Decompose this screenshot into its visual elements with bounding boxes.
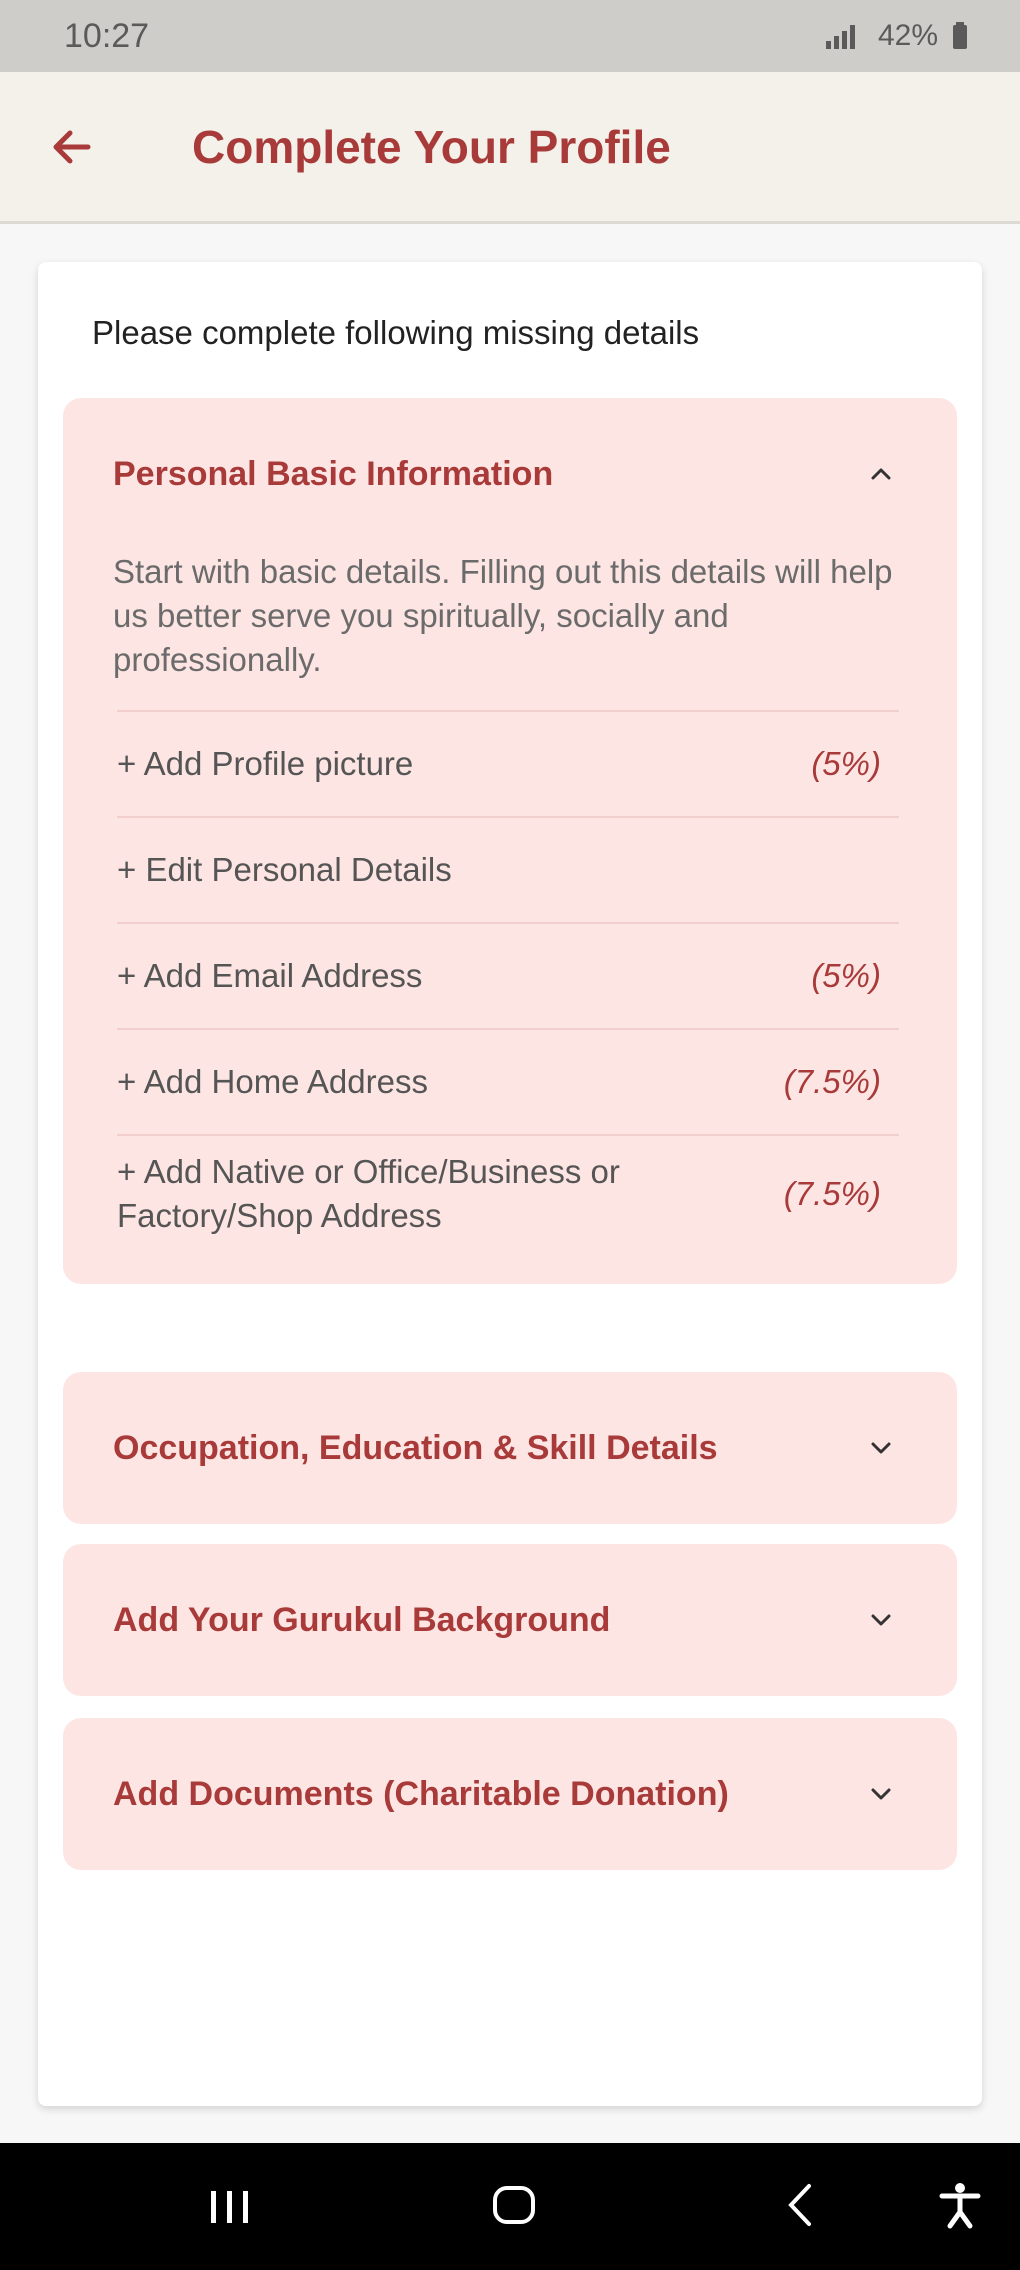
task-percent: (7.5%) <box>783 1063 881 1100</box>
app-bar: Complete Your Profile <box>0 72 1020 224</box>
page-title: Complete Your Profile <box>192 120 671 173</box>
status-bar: 10:27 42% <box>0 0 1020 72</box>
task-label: + Add Profile picture <box>117 745 414 782</box>
status-icons: 42% <box>824 19 968 53</box>
back-button[interactable] <box>30 105 114 189</box>
section-title: Occupation, Education & Skill Details <box>113 1428 718 1467</box>
section-gurukul-background[interactable]: Add Your Gurukul Background <box>63 1544 957 1696</box>
task-label: + Add Home Address <box>117 1063 428 1100</box>
task-add-email-address[interactable]: + Add Email Address (5%) <box>117 922 899 1028</box>
section-header[interactable]: Add Your Gurukul Background <box>63 1544 957 1696</box>
chevron-down-icon[interactable] <box>867 1434 895 1462</box>
section-title: Add Your Gurukul Background <box>113 1600 611 1639</box>
intro-text: Please complete following missing detail… <box>92 314 700 351</box>
task-label: + Add Email Address <box>117 957 423 994</box>
task-percent: (5%) <box>811 957 881 994</box>
battery-icon <box>953 22 967 49</box>
section-description: Start with basic details. Filling out th… <box>113 553 893 678</box>
section-header[interactable]: Add Documents (Charitable Donation) <box>63 1718 957 1870</box>
chevron-down-icon[interactable] <box>867 1606 895 1634</box>
status-time: 10:27 <box>64 16 150 55</box>
task-add-profile-picture[interactable]: + Add Profile picture (5%) <box>117 710 899 816</box>
chevron-down-icon[interactable] <box>867 1780 895 1808</box>
task-percent: (5%) <box>811 745 881 782</box>
task-percent: (7.5%) <box>783 1175 881 1212</box>
task-add-native-or-office-address[interactable]: + Add Native or Office/Business or Facto… <box>117 1134 899 1284</box>
battery-percent: 42% <box>877 19 938 52</box>
section-header[interactable]: Occupation, Education & Skill Details <box>63 1372 957 1524</box>
home-button[interactable] <box>484 2175 544 2235</box>
chevron-up-icon[interactable] <box>867 460 895 488</box>
section-title: Personal Basic Information <box>113 454 554 493</box>
accessibility-button[interactable] <box>930 2175 990 2235</box>
task-list: + Add Profile picture (5%) + Edit Person… <box>117 710 899 1284</box>
profile-completion-card: Please complete following missing detail… <box>38 262 982 2106</box>
nav-back-button[interactable] <box>776 2175 826 2235</box>
recents-button[interactable] <box>200 2179 260 2235</box>
task-label: + Add Native or Office/Business or Facto… <box>117 1153 620 1234</box>
recents-icon <box>211 2191 248 2223</box>
section-personal-basic-info: Personal Basic Information Start with ba… <box>63 398 957 1284</box>
task-label: + Edit Personal Details <box>117 851 452 888</box>
section-documents-charitable-donation[interactable]: Add Documents (Charitable Donation) <box>63 1718 957 1870</box>
arrow-left-icon <box>53 130 91 163</box>
section-header[interactable]: Personal Basic Information <box>63 398 957 550</box>
task-edit-personal-details[interactable]: + Edit Personal Details <box>117 816 899 922</box>
signal-icon <box>825 25 855 49</box>
section-title: Add Documents (Charitable Donation) <box>113 1774 729 1813</box>
section-occupation-education-skills[interactable]: Occupation, Education & Skill Details <box>63 1372 957 1524</box>
home-icon <box>493 2186 535 2224</box>
task-add-home-address[interactable]: + Add Home Address (7.5%) <box>117 1028 899 1134</box>
back-icon <box>788 2184 811 2226</box>
system-nav-bar <box>0 2143 1020 2270</box>
accessibility-icon <box>939 2183 981 2229</box>
